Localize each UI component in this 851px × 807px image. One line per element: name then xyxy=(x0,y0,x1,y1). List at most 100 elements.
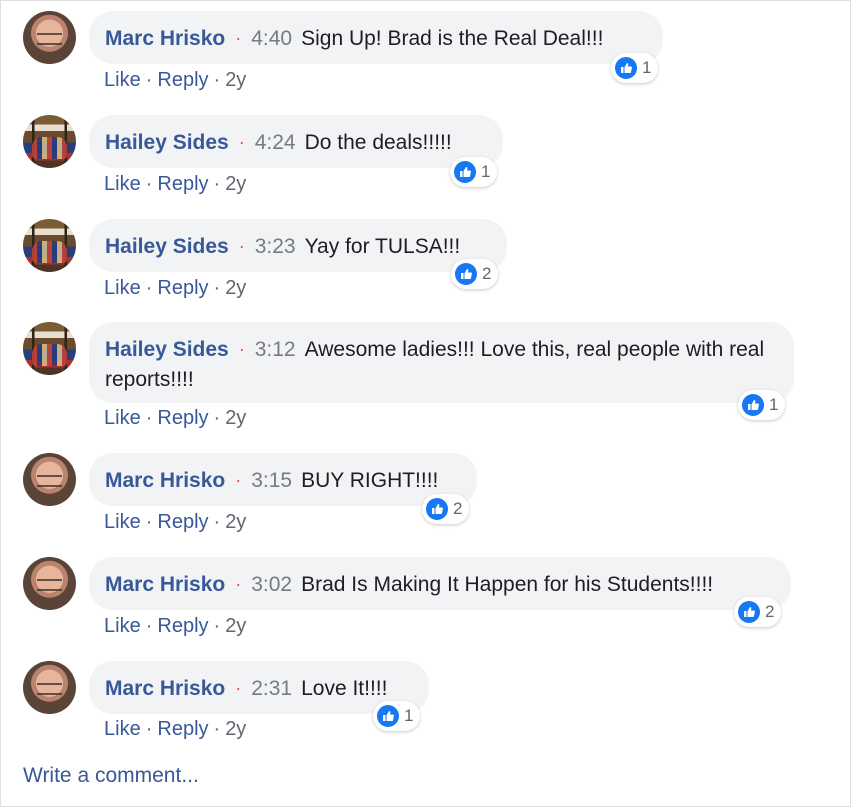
edited-dot: · xyxy=(235,470,242,490)
reply-link[interactable]: Reply xyxy=(157,718,208,740)
reply-link[interactable]: Reply xyxy=(157,277,208,299)
comment-text: Sign Up! Brad is the Real Deal!!! xyxy=(301,27,604,50)
action-separator: · xyxy=(213,511,221,533)
reaction-count[interactable]: 1 xyxy=(450,157,498,187)
avatar[interactable] xyxy=(23,322,76,375)
edited-dot: · xyxy=(238,339,245,359)
avatar[interactable] xyxy=(23,11,76,64)
comment-bubble: Marc Hrisko · 3:15 BUY RIGHT!!!! xyxy=(89,453,477,506)
comment-text: Brad Is Making It Happen for his Student… xyxy=(301,573,714,596)
action-separator: · xyxy=(213,277,221,299)
edited-dot: · xyxy=(238,236,245,256)
like-link[interactable]: Like xyxy=(104,69,141,91)
reaction-number: 1 xyxy=(642,58,652,77)
reply-link[interactable]: Reply xyxy=(157,511,208,533)
comments-panel: Marc Hrisko · 4:40 Sign Up! Brad is the Rea… xyxy=(0,0,851,807)
comment-text: Love It!!!! xyxy=(301,677,388,700)
comment-bubble: Marc Hrisko · 3:02 Brad Is Making It Happen… xyxy=(89,557,791,610)
comment-text: Do the deals!!!!! xyxy=(304,131,452,154)
reaction-number: 2 xyxy=(482,264,492,283)
comment-actions: Like · Reply · 2y xyxy=(104,405,246,431)
reply-link[interactable]: Reply xyxy=(157,69,208,91)
comment-author[interactable]: Marc Hrisko xyxy=(105,27,225,50)
comment-age[interactable]: 2y xyxy=(225,511,246,533)
reaction-number: 2 xyxy=(453,499,463,518)
comment-time[interactable]: 3:23 xyxy=(255,235,296,258)
like-link[interactable]: Like xyxy=(104,173,141,195)
comment-time[interactable]: 3:02 xyxy=(251,573,292,596)
avatar[interactable] xyxy=(23,557,76,610)
comment-age[interactable]: 2y xyxy=(225,718,246,740)
avatar[interactable] xyxy=(23,661,76,714)
action-separator: · xyxy=(213,407,221,429)
like-icon xyxy=(426,498,448,520)
action-separator: · xyxy=(145,407,153,429)
edited-dot: · xyxy=(235,574,242,594)
comment-time[interactable]: 4:40 xyxy=(251,27,292,50)
like-link[interactable]: Like xyxy=(104,511,141,533)
avatar[interactable] xyxy=(23,219,76,272)
reaction-number: 1 xyxy=(404,706,414,725)
reaction-count[interactable]: 1 xyxy=(611,53,659,83)
comment-author[interactable]: Marc Hrisko xyxy=(105,573,225,596)
reaction-count[interactable]: 2 xyxy=(451,259,499,289)
action-separator: · xyxy=(213,173,221,195)
like-link[interactable]: Like xyxy=(104,615,141,637)
reaction-count[interactable]: 2 xyxy=(422,494,470,524)
comment-actions: Like · Reply · 2y xyxy=(104,275,246,301)
comment-bubble: Hailey Sides · 4:24 Do the deals!!!!! xyxy=(89,115,503,168)
write-comment-link[interactable]: Write a comment... xyxy=(23,764,199,788)
comment-age[interactable]: 2y xyxy=(225,615,246,637)
avatar[interactable] xyxy=(23,115,76,168)
comment-actions: Like · Reply · 2y xyxy=(104,716,246,742)
comment-bubble: Hailey Sides · 3:23 Yay for TULSA!!! xyxy=(89,219,507,272)
comment-age[interactable]: 2y xyxy=(225,173,246,195)
action-separator: · xyxy=(145,69,153,91)
reaction-count[interactable]: 1 xyxy=(373,701,421,731)
action-separator: · xyxy=(145,173,153,195)
like-link[interactable]: Like xyxy=(104,407,141,429)
like-icon xyxy=(615,57,637,79)
edited-dot: · xyxy=(235,28,242,48)
like-icon xyxy=(455,263,477,285)
reaction-count[interactable]: 2 xyxy=(734,597,782,627)
like-icon xyxy=(454,161,476,183)
comment-time[interactable]: 4:24 xyxy=(255,131,296,154)
comment-author[interactable]: Marc Hrisko xyxy=(105,469,225,492)
like-link[interactable]: Like xyxy=(104,718,141,740)
like-icon xyxy=(742,394,764,416)
action-separator: · xyxy=(213,69,221,91)
action-separator: · xyxy=(145,615,153,637)
comment-age[interactable]: 2y xyxy=(225,407,246,429)
comment-actions: Like · Reply · 2y xyxy=(104,67,246,93)
reply-link[interactable]: Reply xyxy=(157,615,208,637)
comment-text: Yay for TULSA!!! xyxy=(304,235,461,258)
like-icon xyxy=(738,601,760,623)
comment-author[interactable]: Hailey Sides xyxy=(105,338,229,361)
like-link[interactable]: Like xyxy=(104,277,141,299)
action-separator: · xyxy=(145,718,153,740)
comment-bubble: Hailey Sides · 3:12 Awesome ladies!!! Love … xyxy=(89,322,794,403)
comment-author[interactable]: Marc Hrisko xyxy=(105,677,225,700)
comment-author[interactable]: Hailey Sides xyxy=(105,131,229,154)
like-icon xyxy=(377,705,399,727)
comment-text: BUY RIGHT!!!! xyxy=(301,469,439,492)
comment-age[interactable]: 2y xyxy=(225,277,246,299)
action-separator: · xyxy=(213,718,221,740)
reaction-count[interactable]: 1 xyxy=(738,390,786,420)
comment-time[interactable]: 3:12 xyxy=(255,338,296,361)
comment-time[interactable]: 2:31 xyxy=(251,677,292,700)
comment-author[interactable]: Hailey Sides xyxy=(105,235,229,258)
reply-link[interactable]: Reply xyxy=(157,407,208,429)
comment-age[interactable]: 2y xyxy=(225,69,246,91)
edited-dot: · xyxy=(238,132,245,152)
edited-dot: · xyxy=(235,678,242,698)
action-separator: · xyxy=(145,511,153,533)
reaction-number: 1 xyxy=(481,162,491,181)
avatar[interactable] xyxy=(23,453,76,506)
comment-actions: Like · Reply · 2y xyxy=(104,171,246,197)
comment-actions: Like · Reply · 2y xyxy=(104,613,246,639)
comment-time[interactable]: 3:15 xyxy=(251,469,292,492)
reply-link[interactable]: Reply xyxy=(157,173,208,195)
reaction-number: 1 xyxy=(769,395,779,414)
